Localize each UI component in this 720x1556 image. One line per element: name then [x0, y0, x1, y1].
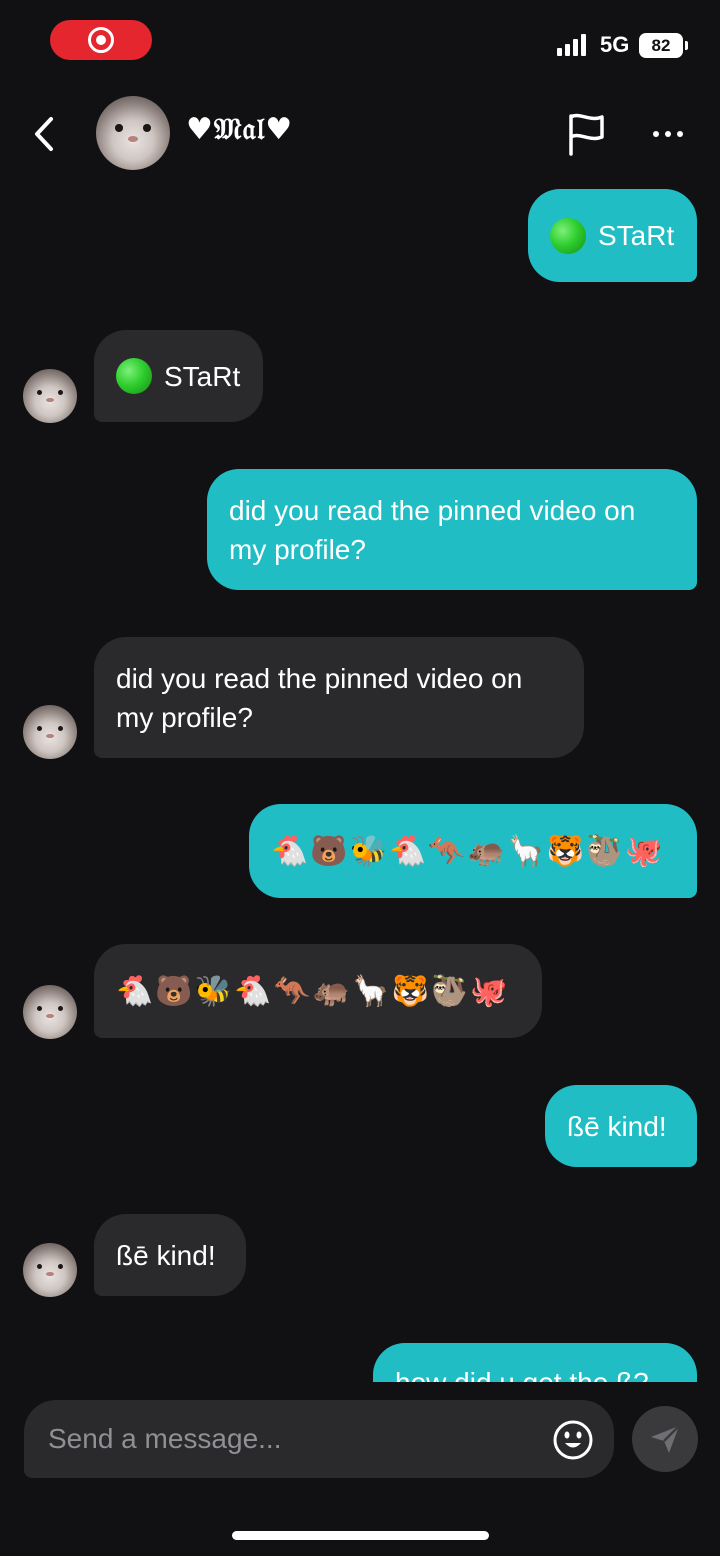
- home-indicator[interactable]: [232, 1531, 489, 1540]
- sender-avatar[interactable]: [23, 705, 77, 759]
- status-bar: 5G 82: [0, 0, 720, 90]
- smiley-face-icon: [553, 1420, 593, 1460]
- message-text: did you read the pinned video on my prof…: [229, 494, 636, 565]
- emoji-button[interactable]: [552, 1419, 594, 1461]
- contact-name[interactable]: ♥𝔐𝔞𝔩♥: [186, 112, 293, 147]
- more-options-button[interactable]: [646, 116, 690, 152]
- record-icon: [88, 27, 114, 53]
- message-input[interactable]: [48, 1400, 548, 1478]
- chat-header: ♥𝔐𝔞𝔩♥: [0, 90, 720, 180]
- sender-avatar[interactable]: [23, 1243, 77, 1297]
- battery-tip: [685, 41, 688, 50]
- message-bubble-received[interactable]: 🐔🐻🐝🐔🦘🦛🦙🐯🦥🐙: [94, 944, 542, 1038]
- green-circle-emoji: [116, 358, 152, 394]
- message-text: how did u get the ß?: [395, 1363, 649, 1382]
- message-bubble-received[interactable]: did you read the pinned video on my prof…: [94, 637, 584, 758]
- contact-avatar[interactable]: [96, 96, 170, 170]
- report-button[interactable]: [566, 112, 606, 156]
- message-bubble-received[interactable]: ßē kind!: [94, 1214, 246, 1296]
- message-bubble-sent[interactable]: did you read the pinned video on my prof…: [207, 469, 697, 590]
- sender-avatar[interactable]: [23, 369, 77, 423]
- message-list[interactable]: STaRt STaRt did you read the pinned vide…: [0, 180, 720, 1382]
- green-circle-emoji: [550, 217, 586, 254]
- message-text: ßē kind!: [116, 1239, 216, 1271]
- message-input-container[interactable]: [24, 1400, 614, 1478]
- message-text: STaRt: [598, 220, 675, 251]
- message-bubble-received[interactable]: STaRt: [94, 330, 263, 422]
- message-text: STaRt: [164, 360, 241, 392]
- message-bubble-sent-partial[interactable]: how did u get the ß?: [373, 1343, 697, 1382]
- chevron-left-icon: [35, 117, 53, 151]
- battery-icon: 82: [639, 33, 683, 58]
- message-text: did you read the pinned video on my prof…: [116, 662, 523, 733]
- screen-recording-indicator[interactable]: [50, 20, 152, 60]
- dm-screen: 5G 82 ♥𝔐𝔞𝔩♥ STaRt STaRt did you read the…: [0, 0, 720, 1556]
- send-button[interactable]: [632, 1406, 698, 1472]
- message-bubble-sent[interactable]: ßē kind!: [545, 1085, 697, 1167]
- battery-level: 82: [651, 35, 671, 55]
- more-horizontal-icon: [653, 131, 659, 137]
- message-bubble-sent[interactable]: 🐔🐻🐝🐔🦘🦛🦙🐯🦥🐙: [249, 804, 697, 898]
- message-text: ßē kind!: [567, 1110, 667, 1142]
- send-icon: [651, 1425, 680, 1453]
- network-type: 5G: [600, 32, 630, 57]
- flag-icon: [569, 113, 604, 156]
- emoji-message-text: 🐔🐻🐝🐔🦘🦛🦙🐯🦥🐙: [116, 974, 510, 1008]
- back-button[interactable]: [24, 110, 64, 158]
- cellular-signal-icon: [557, 34, 586, 56]
- emoji-message-text: 🐔🐻🐝🐔🦘🦛🦙🐯🦥🐙: [271, 834, 665, 868]
- message-composer: [0, 1382, 720, 1512]
- message-bubble-sent[interactable]: STaRt: [528, 189, 697, 282]
- sender-avatar[interactable]: [23, 985, 77, 1039]
